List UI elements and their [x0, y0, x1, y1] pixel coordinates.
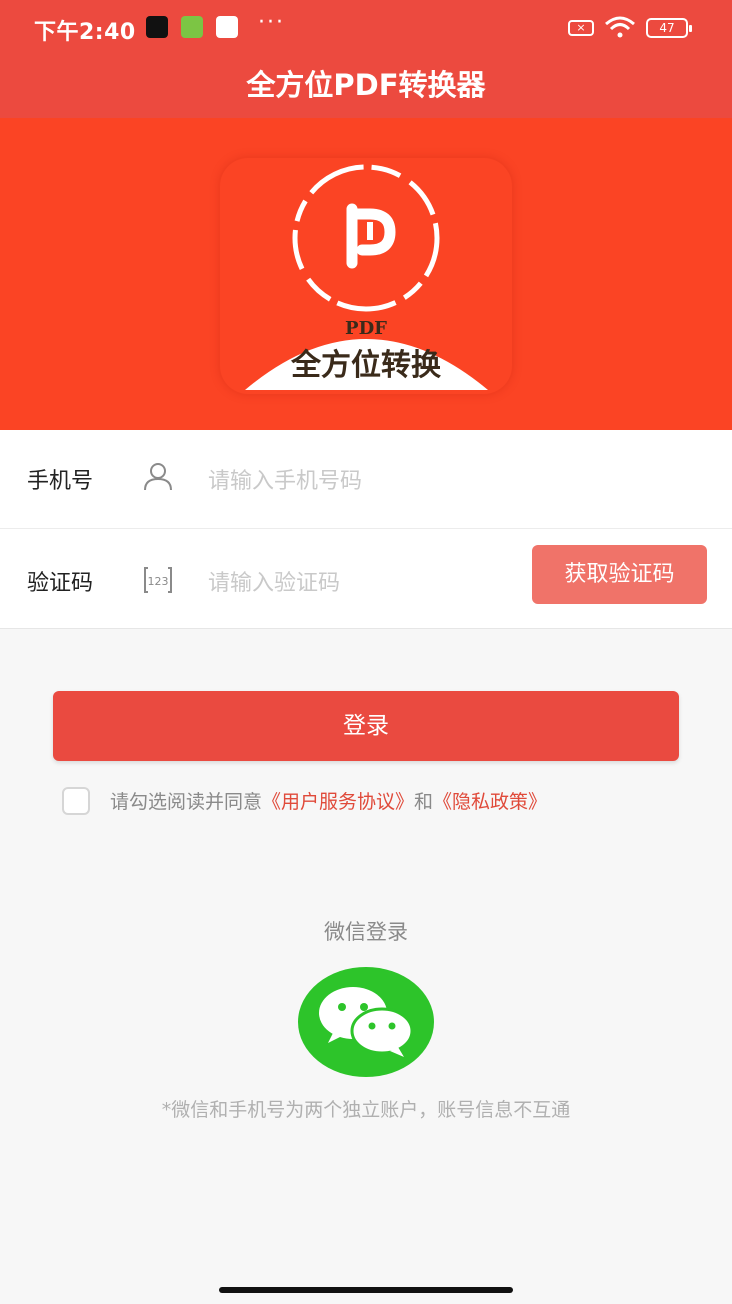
- login-button[interactable]: 登录: [53, 691, 679, 761]
- download-icon: [181, 16, 203, 38]
- wifi-icon: [605, 16, 635, 38]
- logo-pdf-text: PDF: [345, 318, 387, 339]
- battery-icon: 47: [646, 18, 692, 38]
- app-logo: PDF 全方位转换: [220, 158, 512, 394]
- agreement-prefix: 请勾选阅读并同意: [110, 791, 263, 813]
- sim-close-icon: ×: [568, 20, 594, 36]
- tiktok-icon: [146, 16, 168, 38]
- logo-banner: PDF 全方位转换: [0, 118, 732, 430]
- agreement-checkbox[interactable]: [62, 787, 90, 815]
- more-notifications-icon: ···: [258, 10, 285, 35]
- agreement-and: 和: [414, 791, 434, 813]
- number-code-icon: 123: [144, 567, 172, 593]
- phone-label: 手机号: [27, 469, 94, 494]
- terms-link[interactable]: 《用户服务协议》: [262, 791, 414, 813]
- agreement-text: 请勾选阅读并同意《用户服务协议》和《隐私政策》: [110, 787, 547, 814]
- phone-input[interactable]: 请输入手机号码: [208, 463, 362, 495]
- baidu-icon: [216, 16, 238, 38]
- user-icon: [144, 463, 172, 491]
- page-title: 全方位PDF转换器: [246, 68, 486, 102]
- home-indicator[interactable]: [219, 1287, 513, 1293]
- wechat-icon: [319, 987, 414, 1057]
- code-input[interactable]: 请输入验证码: [208, 565, 340, 597]
- code-icon-text: 123: [148, 575, 169, 588]
- get-code-button[interactable]: 获取验证码: [532, 545, 707, 604]
- code-row: 验证码 123 请输入验证码 获取验证码: [0, 522, 732, 628]
- logo-main-text: 全方位转换: [291, 348, 441, 383]
- wechat-note: *微信和手机号为两个独立账户，账号信息不互通: [161, 1099, 571, 1121]
- privacy-link[interactable]: 《隐私政策》: [433, 791, 547, 813]
- code-label: 验证码: [27, 571, 94, 596]
- status-bar: 下午2:40 ··· × 47: [0, 0, 732, 56]
- login-form: 手机号 请输入手机号码 验证码 123 请输入验证码 获取验证码: [0, 430, 732, 629]
- wechat-login-title: 微信登录: [324, 920, 408, 944]
- wechat-login-button[interactable]: [298, 967, 434, 1077]
- app-header: 下午2:40 ··· × 47 全方位PDF转换器: [0, 0, 732, 118]
- phone-row: 手机号 请输入手机号码: [0, 430, 732, 529]
- status-time: 下午2:40: [34, 20, 136, 45]
